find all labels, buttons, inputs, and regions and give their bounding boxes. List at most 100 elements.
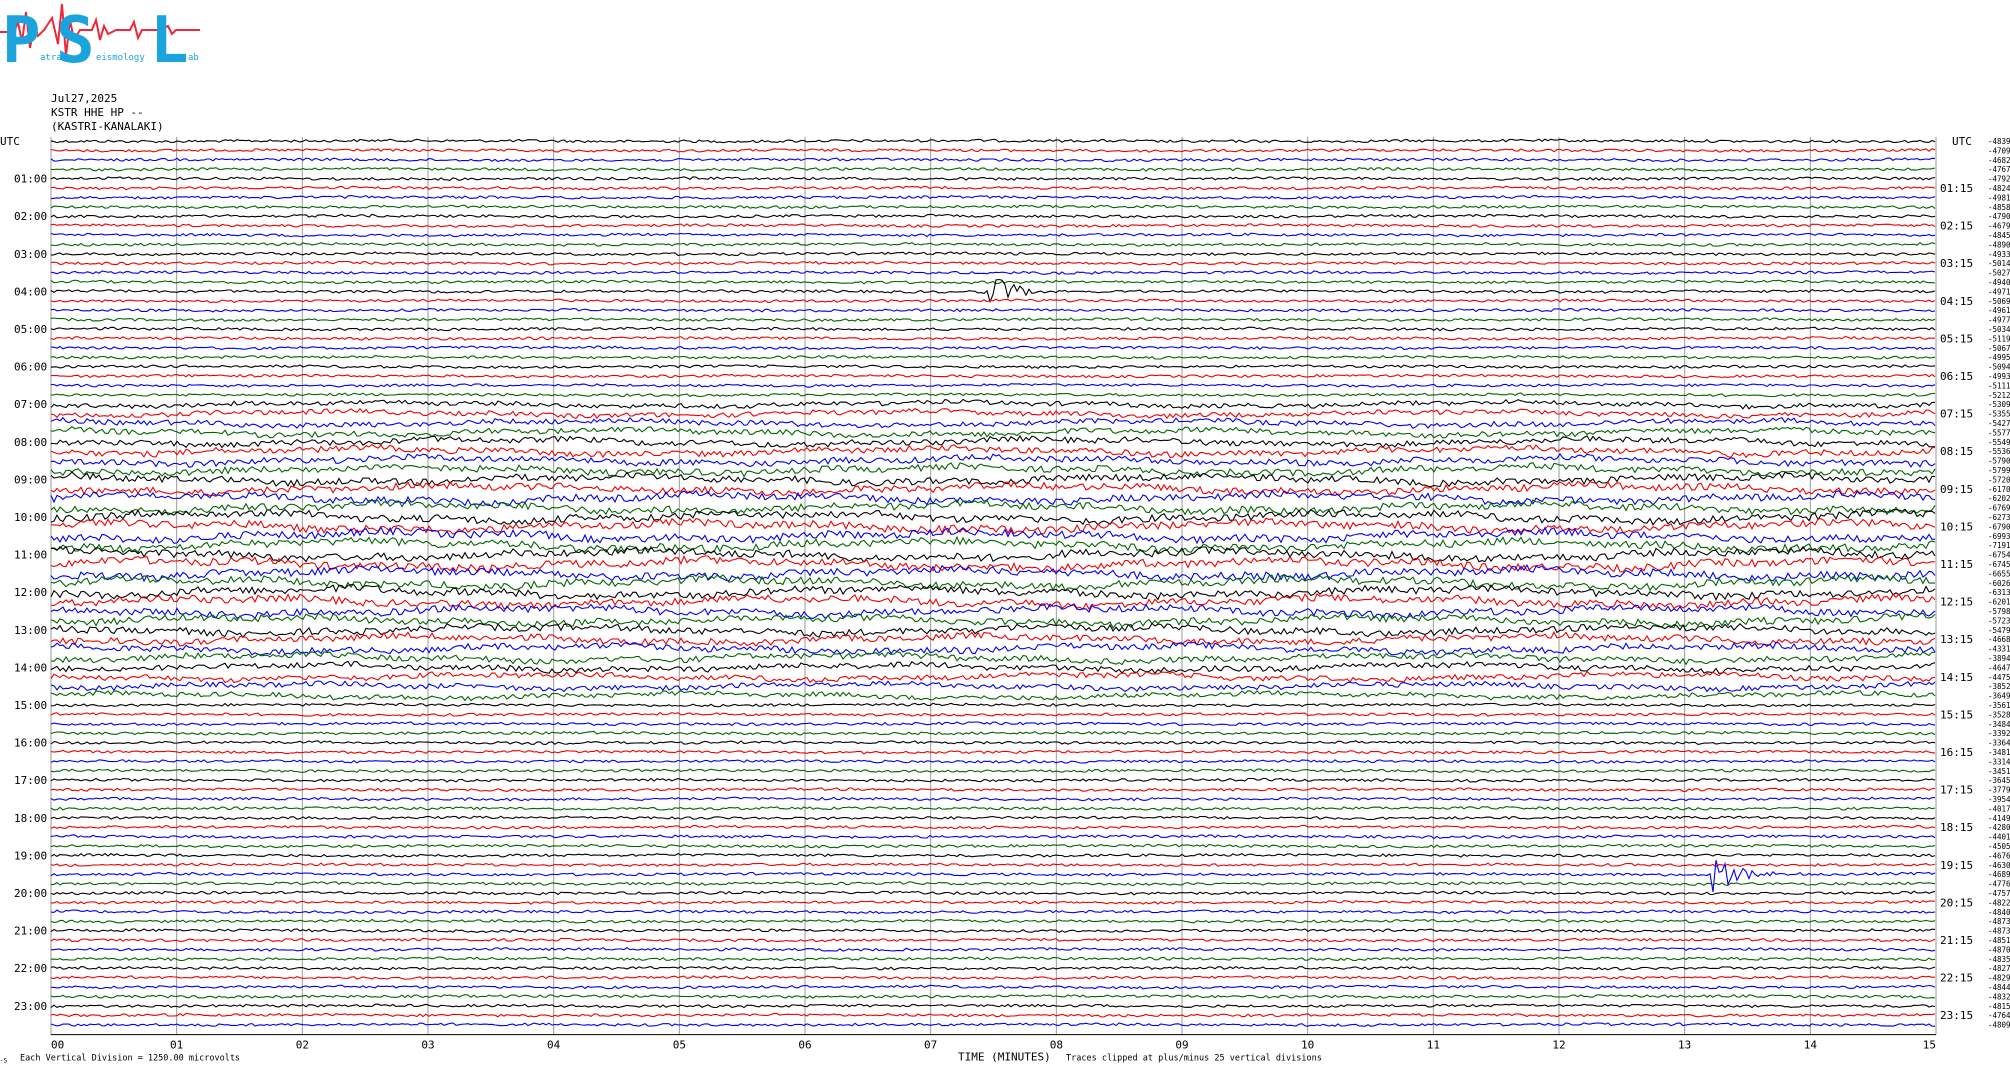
trace-line [50,223,1936,228]
trace-line [50,270,1936,275]
trace-offset-label: -4679 [1988,222,2010,231]
trace-offset-label: -4851 [1988,936,2010,945]
trace-offset-label: -4668 [1988,635,2010,644]
trace-line [50,298,1936,304]
trace-line [50,452,1936,468]
trace-offset-label: -5790 [1988,457,2010,466]
trace-line [50,157,1936,163]
trace-offset-label: -4815 [1988,1002,2010,1011]
trace-line [50,670,1936,684]
trace-line [50,622,1936,639]
trace-line [50,928,1936,934]
hour-label-right: 08:15 [1940,445,1973,458]
trace-offset-label: -4977 [1988,316,2010,325]
trace-line [50,1022,1936,1027]
trace-offset-label: -5111 [1988,381,2010,390]
trace-line [50,730,1936,736]
trace-line [50,148,1936,153]
x-tick-label: 08 [1050,1039,1063,1052]
trace-line [50,471,1936,488]
trace-line [50,480,1936,497]
trace-offset-label: -6313 [1988,588,2010,597]
trace-offset-label: -5798 [1988,607,2010,616]
trace-offset-label: -5720 [1988,475,2010,484]
hour-label-right: 12:15 [1940,596,1973,609]
trace-offset-label: -5479 [1988,626,2010,635]
trace-offset-label: -5119 [1988,334,2010,343]
hour-label-left: 01:00 [14,173,47,186]
trace-offset-label: -4839 [1988,137,2010,146]
trace-line [50,166,1936,172]
trace-offset-label: -3481 [1988,748,2010,757]
trace-line [50,815,1936,821]
trace-line [50,194,1936,200]
hour-label-right: 09:15 [1940,483,1973,496]
trace-line [51,426,1936,439]
trace-line [50,631,1936,647]
axis-labels: -4839-4709-4682-4767-4792-4824-4981-4858… [0,135,2010,1065]
trace-line [50,443,1936,459]
axis-right-label: UTC [1952,135,1972,148]
vertical-division-note: Each Vertical Division = 1250.00 microvo… [20,1054,240,1064]
trace-offset-label: -6170 [1988,485,2010,494]
trace-line [50,573,1935,592]
trace-line [50,517,1936,535]
hour-label-left: 21:00 [14,925,47,938]
trace-offset-label: -6273 [1988,513,2010,522]
trace-offset-label: -4505 [1988,842,2010,851]
hour-label-right: 23:15 [1940,1009,1973,1022]
trace-offset-label: -3561 [1988,701,2010,710]
trace-offset-label: -3649 [1988,692,2010,701]
trace-line [50,834,1936,840]
trace-line [50,138,1936,144]
trace-offset-label: -4961 [1988,306,2010,315]
trace-offset-label: -4844 [1988,983,2010,992]
trace-offset-label: -4017 [1988,804,2010,813]
trace-offset-label: -6745 [1988,560,2010,569]
trace-offset-label: -5014 [1988,259,2010,268]
trace-offset-label: -4870 [1988,945,2010,954]
trace-line [50,890,1936,896]
trace-offset-label: -5027 [1988,269,2010,278]
trace-line [50,680,1936,693]
trace-line [50,740,1936,745]
trace-offset-label: -3852 [1988,682,2010,691]
trace-offset-label: -5212 [1988,391,2010,400]
hour-label-left: 04:00 [14,285,47,298]
trace-line [50,462,1936,478]
trace-offset-label: -4676 [1988,851,2010,860]
hour-label-right: 15:15 [1940,708,1973,721]
trace-offset-label: -5549 [1988,438,2010,447]
trace-line [50,975,1936,980]
trace-line [50,843,1936,849]
hour-label-left: 11:00 [14,549,47,562]
trace-offset-label: -6201 [1988,598,2010,607]
trace-offset-label: -3364 [1988,739,2010,748]
trace-offset-label: -4835 [1988,955,2010,964]
trace-line [50,702,1936,708]
trace-line [50,787,1936,792]
trace-line [50,796,1936,802]
trace-offset-label: -3392 [1988,729,2010,738]
trace-offset-label: -4790 [1988,212,2010,221]
hour-label-right: 21:15 [1940,934,1973,947]
trace-line [50,918,1936,924]
trace-line [50,689,1936,702]
trace-line [50,241,1936,247]
trace-offset-label: -6202 [1988,494,2010,503]
trace-offset-label: -4873 [1988,927,2010,936]
x-tick-label: 09 [1175,1039,1188,1052]
hour-label-right: 16:15 [1940,746,1973,759]
trace-line [50,251,1936,257]
x-tick-label: 14 [1804,1039,1818,1052]
trace-line [50,354,1936,360]
trace-offset-label: -6993 [1988,532,2010,541]
x-tick-label: 03 [421,1039,434,1052]
trace-line [50,326,1936,332]
trace-line [50,852,1936,858]
trace-offset-label: -6790 [1988,522,2010,531]
trace-offset-label: -4776 [1988,880,2010,889]
trace-offset-label: -4757 [1988,889,2010,898]
x-axis-title: TIME (MINUTES) [958,1051,1051,1064]
trace-line [50,660,1936,675]
